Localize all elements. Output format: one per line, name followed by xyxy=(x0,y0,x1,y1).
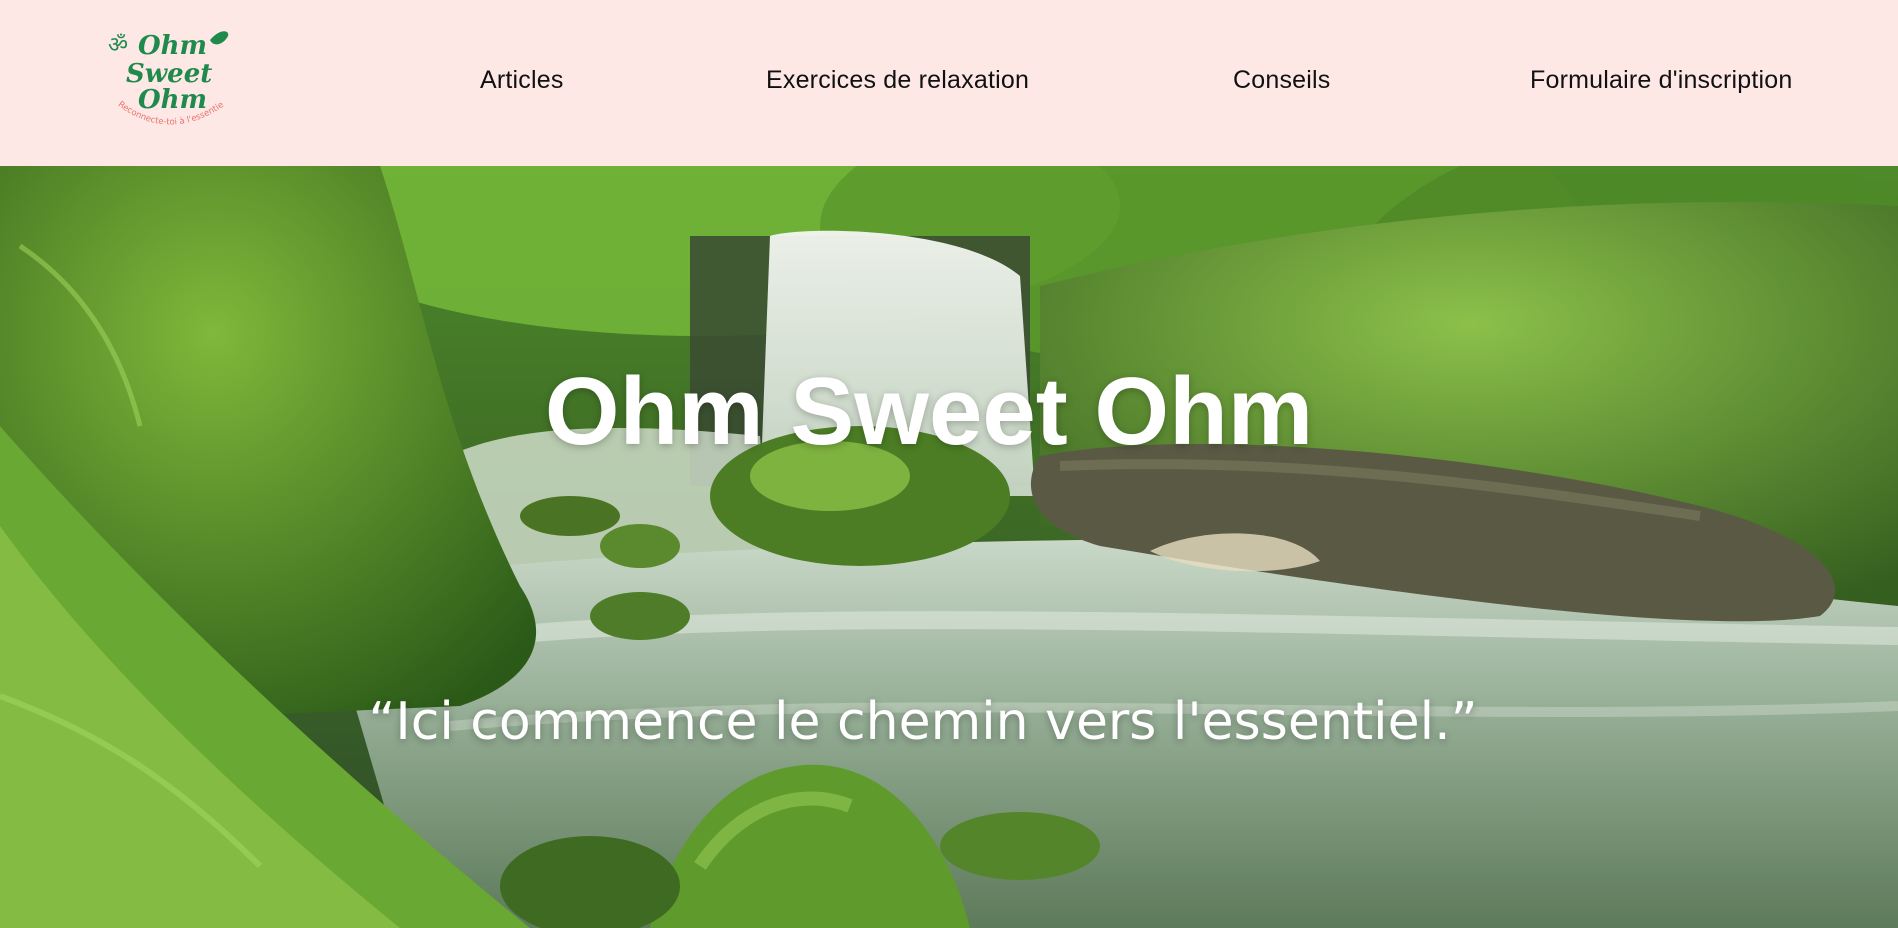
hero-quote: “Ici commence le chemin vers l'essentiel… xyxy=(368,692,1478,752)
nav-link-signup-form[interactable]: Formulaire d'inscription xyxy=(1530,66,1792,95)
nav-link-tips[interactable]: Conseils xyxy=(1233,66,1330,95)
site-header: ॐ Ohm Sweet Ohm Reconnecte-toi à l'essen… xyxy=(0,0,1898,166)
hero-background-image xyxy=(0,166,1898,928)
nav-link-articles[interactable]: Articles xyxy=(480,66,564,95)
main-nav: Articles Exercices de relaxation Conseil… xyxy=(0,0,1898,166)
hero-title: Ohm Sweet Ohm xyxy=(544,358,1314,465)
hero-section: Ohm Sweet Ohm “Ici commence le chemin ve… xyxy=(0,166,1898,928)
nav-link-relaxation-exercises[interactable]: Exercices de relaxation xyxy=(766,66,1029,95)
